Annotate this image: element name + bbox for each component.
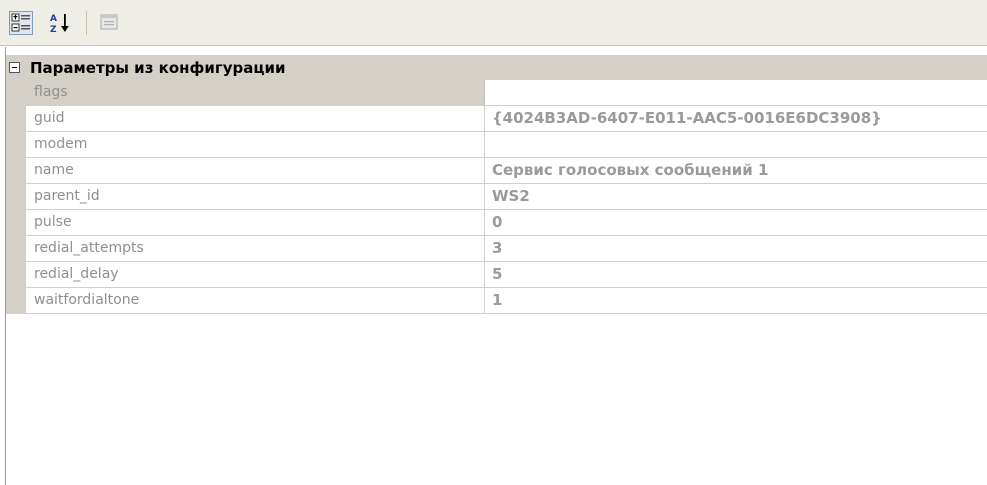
property-name: redial_attempts (26, 236, 485, 261)
row-gutter (6, 106, 26, 131)
row-gutter (6, 184, 26, 209)
property-row-pulse[interactable]: pulse 0 (6, 210, 987, 236)
sort-az-icon: A Z (50, 14, 69, 35)
toolbar-separator (86, 11, 87, 35)
property-pages-button[interactable] (98, 11, 122, 35)
categorized-view-button[interactable] (9, 11, 33, 35)
property-row-name[interactable]: name Сервис голосовых сообщений 1 (6, 158, 987, 184)
row-gutter (6, 80, 26, 105)
row-gutter (6, 236, 26, 261)
property-name: parent_id (26, 184, 485, 209)
property-row-modem[interactable]: modem (6, 132, 987, 158)
property-name: modem (26, 132, 485, 157)
property-name: redial_delay (26, 262, 485, 287)
property-grid-window: A Z Параметры из конфигурации flags guid… (0, 0, 987, 485)
svg-text:A: A (50, 14, 57, 24)
row-gutter (6, 288, 26, 313)
property-pages-icon (100, 14, 118, 30)
property-value[interactable]: 3 (485, 236, 987, 261)
property-value[interactable]: {4024B3AD-6407-E011-AAC5-0016E6DC3908} (485, 106, 987, 131)
property-name: waitfordialtone (26, 288, 485, 313)
category-title: Параметры из конфигурации (30, 58, 286, 77)
property-row-redial-attempts[interactable]: redial_attempts 3 (6, 236, 987, 262)
property-value[interactable]: 5 (485, 262, 987, 287)
categorized-icon (11, 13, 30, 32)
collapse-icon[interactable] (9, 62, 20, 73)
row-gutter (6, 262, 26, 287)
row-gutter (6, 132, 26, 157)
property-name: flags (26, 80, 485, 105)
property-name: name (26, 158, 485, 183)
category-row[interactable]: Параметры из конфигурации (6, 55, 987, 80)
property-row-waitfordialtone[interactable]: waitfordialtone 1 (6, 288, 987, 314)
property-row-guid[interactable]: guid {4024B3AD-6407-E011-AAC5-0016E6DC39… (6, 106, 987, 132)
property-name: pulse (26, 210, 485, 235)
property-value[interactable] (485, 132, 987, 157)
row-gutter (6, 158, 26, 183)
row-gutter (6, 210, 26, 235)
property-grid: Параметры из конфигурации flags guid {40… (6, 55, 987, 314)
property-name: guid (26, 106, 485, 131)
property-row-flags[interactable]: flags (6, 80, 987, 106)
alphabetical-sort-button[interactable]: A Z (48, 11, 72, 35)
property-value[interactable] (485, 80, 987, 105)
property-value[interactable]: WS2 (485, 184, 987, 209)
property-value[interactable]: 1 (485, 288, 987, 313)
property-row-parent-id[interactable]: parent_id WS2 (6, 184, 987, 210)
property-grid-toolbar: A Z (0, 0, 987, 46)
svg-text:Z: Z (50, 25, 57, 35)
property-row-redial-delay[interactable]: redial_delay 5 (6, 262, 987, 288)
property-value[interactable]: Сервис голосовых сообщений 1 (485, 158, 987, 183)
property-value[interactable]: 0 (485, 210, 987, 235)
